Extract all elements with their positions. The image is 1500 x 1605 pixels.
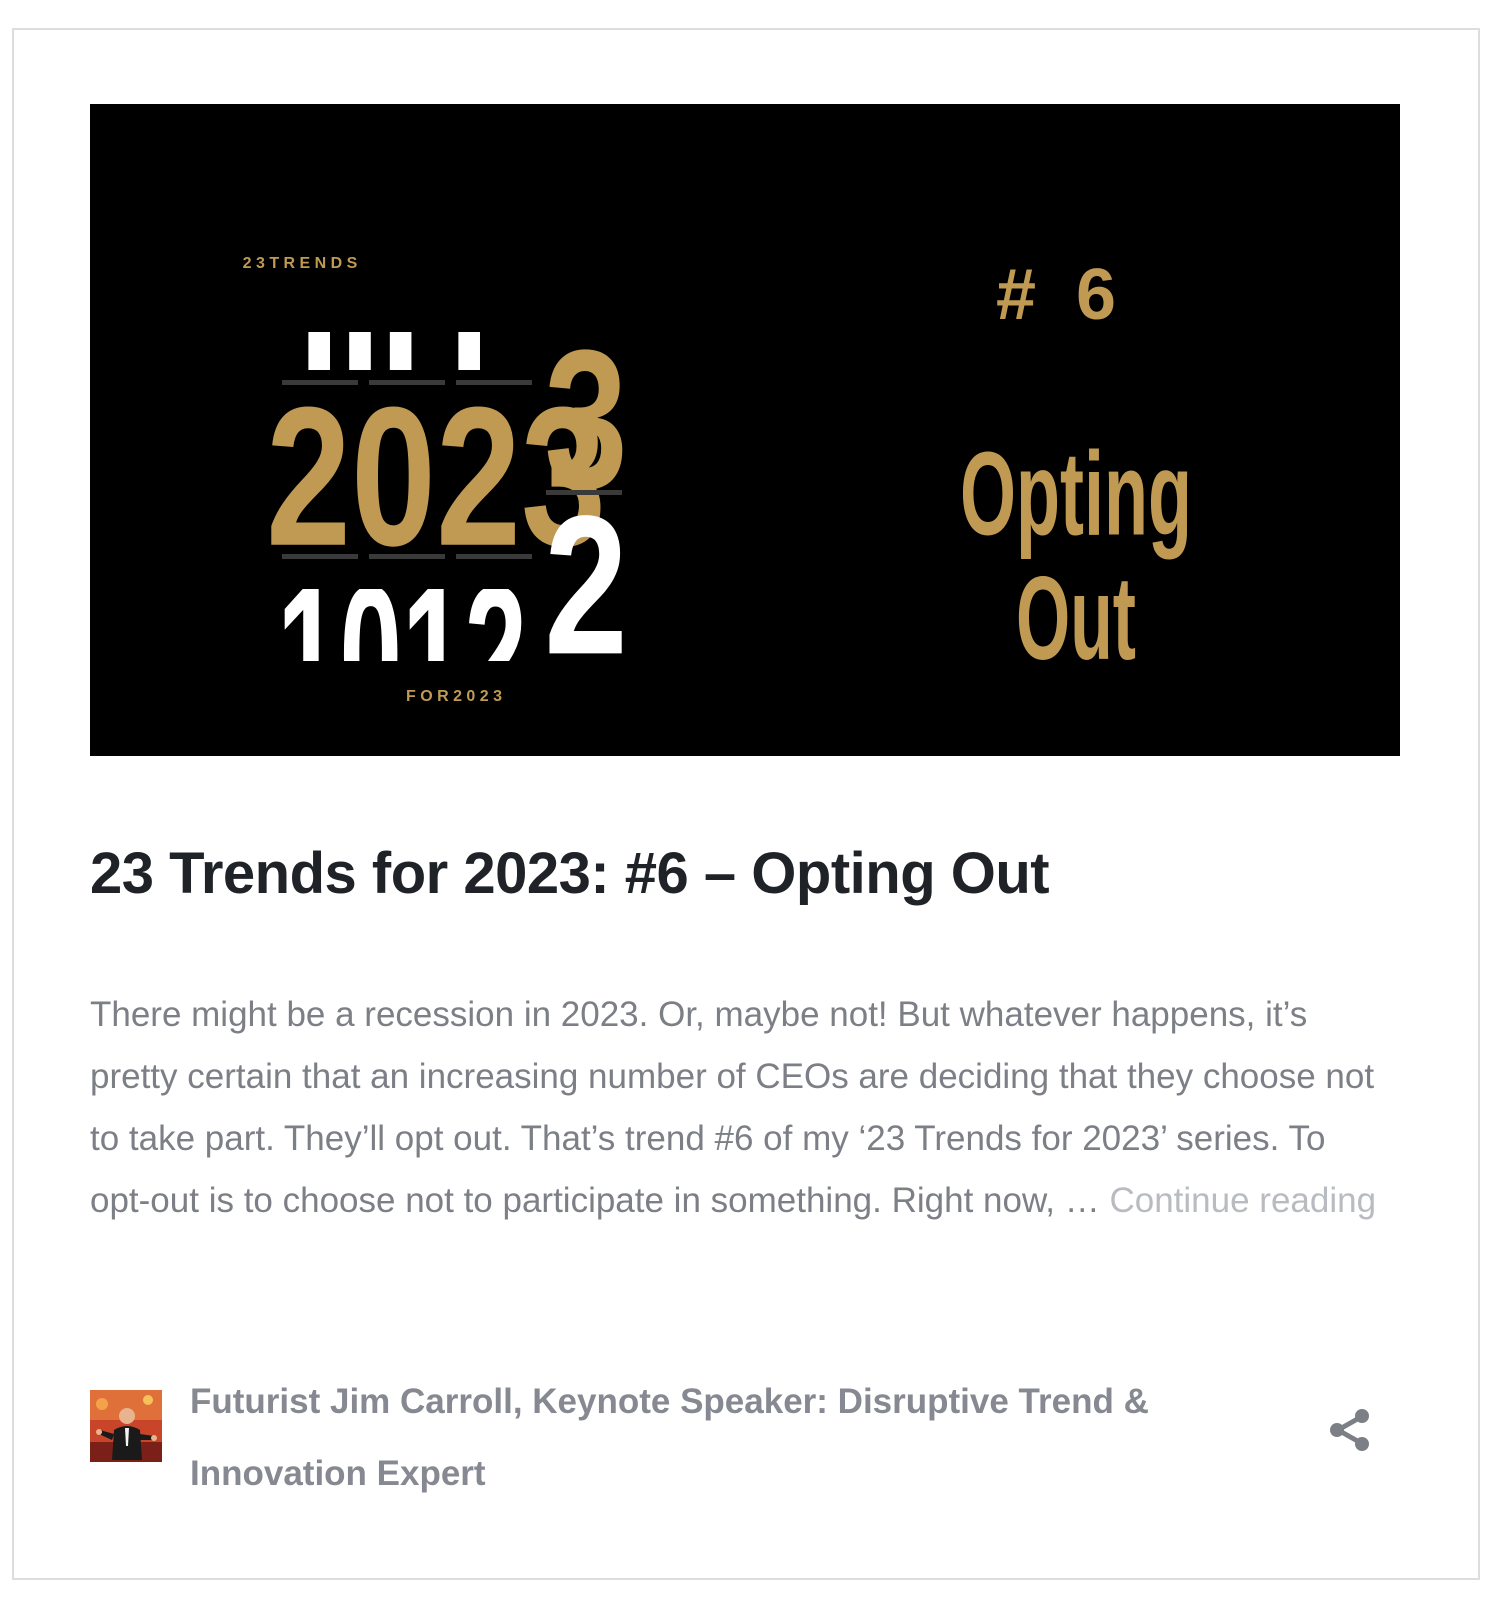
image-bottom-caption: F O R 2 0 2 3 <box>406 688 502 705</box>
image-trend-number: # 6 <box>996 255 1116 335</box>
image-trend-name-line1: Opting <box>960 428 1192 561</box>
featured-image-graphic: 2 3 T R E N D S UIU 2023 1012 3 2 F O R … <box>90 104 1400 756</box>
image-top-caption: 2 3 T R E N D S <box>243 255 358 272</box>
featured-image[interactable]: 2 3 T R E N D S UIU 2023 1012 3 2 F O R … <box>90 104 1400 756</box>
post-card: 2 3 T R E N D S UIU 2023 1012 3 2 F O R … <box>12 28 1480 1580</box>
image-digit-2: 2 <box>544 475 627 696</box>
author-avatar[interactable] <box>90 1390 162 1462</box>
image-trend-name-line2: Out <box>1016 552 1136 685</box>
share-icon <box>1330 1409 1369 1451</box>
continue-reading-link[interactable]: Continue reading <box>1109 1181 1376 1220</box>
post-title[interactable]: 23 Trends for 2023: #6 – Opting Out <box>90 838 1410 910</box>
post-excerpt: There might be a recession in 2023. Or, … <box>90 984 1380 1232</box>
share-button[interactable] <box>1324 1404 1376 1456</box>
author-name-link[interactable]: Futurist Jim Carroll, Keynote Speaker: D… <box>190 1366 1300 1510</box>
avatar-image <box>90 1390 162 1462</box>
